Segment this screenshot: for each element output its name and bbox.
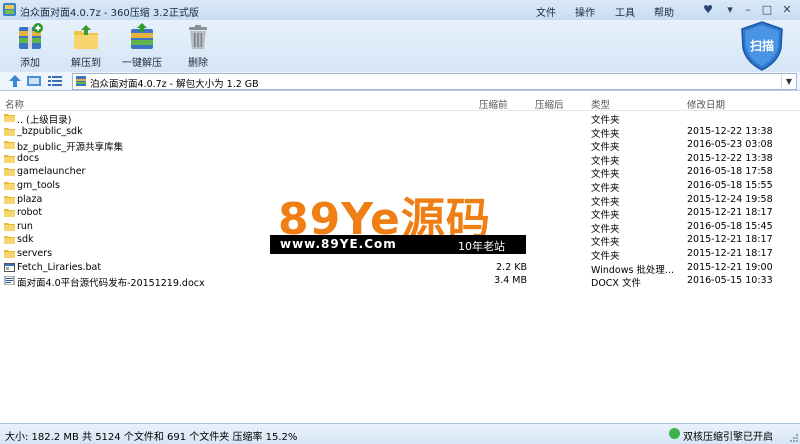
scan-label: 扫描	[749, 39, 774, 53]
file-row[interactable]: _bzpublic_sdk 文件夹 2015-12-22 13:38	[0, 125, 800, 140]
file-name: sdk	[17, 234, 34, 246]
docx-file-icon	[4, 276, 15, 286]
delete-label: 删除	[188, 58, 208, 69]
folder-icon	[4, 127, 15, 136]
address-bar: 泊众面对面4.0.7z - 解包大小为 1.2 GB ▼	[0, 72, 800, 91]
file-row[interactable]: Fetch_Liraries.bat 2.2 KB Windows 批处理... 20…	[0, 261, 800, 276]
menu-operate[interactable]: 操作	[575, 4, 595, 19]
title-bar: 泊众面对面4.0.7z - 360压缩 3.2正式版 文件 操作 工具 帮助 ♥…	[0, 0, 800, 21]
file-date: 2016-05-23 03:08	[687, 139, 773, 151]
file-date: 2015-12-22 13:38	[687, 152, 773, 164]
file-name: run	[17, 220, 33, 232]
file-name: _bzpublic_sdk	[17, 125, 83, 137]
file-date: 2016-05-15 10:33	[687, 275, 773, 287]
file-name: Fetch_Liraries.bat	[17, 261, 102, 273]
extract-to-button[interactable]: 解压到	[62, 23, 110, 69]
engine-status-icon	[669, 428, 680, 439]
folder-icon	[4, 195, 15, 204]
folder-icon	[4, 209, 15, 218]
folder-icon	[4, 168, 15, 177]
path-dropdown-icon[interactable]: ▼	[781, 74, 796, 89]
path-text: 泊众面对面4.0.7z - 解包大小为 1.2 GB	[90, 79, 259, 90]
maximize-icon[interactable]: □	[758, 2, 776, 17]
close-icon[interactable]: ✕	[778, 2, 796, 17]
menu-tools[interactable]: 工具	[615, 4, 635, 19]
folder-icon	[4, 249, 15, 258]
file-date: 2015-12-21 18:17	[687, 247, 773, 259]
menu-help[interactable]: 帮助	[654, 4, 674, 19]
file-name: docs	[17, 152, 40, 164]
engine-status[interactable]: 双核压缩引擎已开启	[683, 428, 773, 443]
folder-icon	[4, 154, 15, 163]
window-title: 泊众面对面4.0.7z - 360压缩 3.2正式版	[20, 8, 199, 19]
file-date: 2015-12-21 19:00	[687, 261, 773, 273]
up-arrow-icon[interactable]	[8, 75, 22, 87]
thumbnail-view-icon[interactable]	[27, 75, 41, 87]
folder-icon	[4, 236, 15, 245]
add-archive-icon	[19, 23, 43, 49]
file-date: 2015-12-24 19:58	[687, 193, 773, 205]
column-compressed-after[interactable]: 压缩后	[535, 97, 564, 111]
file-size: 2.2 KB	[496, 261, 527, 273]
resize-grip-icon[interactable]	[790, 434, 798, 442]
column-header: 名称 压缩前 压缩后 类型 修改日期	[0, 96, 800, 111]
file-date: 2016-05-18 15:45	[687, 220, 773, 232]
one-click-extract-icon	[131, 23, 153, 49]
file-date: 2016-05-18 15:55	[687, 179, 773, 191]
folder-icon	[4, 222, 15, 231]
status-summary: 大小: 182.2 MB 共 5124 个文件和 691 个文件夹 压缩率 15…	[5, 432, 298, 443]
file-name: plaza	[17, 193, 43, 205]
file-row[interactable]: docs 文件夹 2015-12-22 13:38	[0, 152, 800, 167]
path-field[interactable]: 泊众面对面4.0.7z - 解包大小为 1.2 GB ▼	[72, 73, 797, 90]
column-modified[interactable]: 修改日期	[687, 97, 725, 111]
one-click-extract-button[interactable]: 一键解压	[118, 23, 166, 69]
trash-icon	[189, 25, 207, 49]
file-name: servers	[17, 247, 53, 259]
archive-icon	[76, 76, 86, 86]
file-date: 2015-12-21 18:17	[687, 207, 773, 219]
watermark: 89Ye源码 www.89YE.Com 10年老站	[270, 183, 530, 258]
folder-icon	[4, 114, 15, 122]
file-date: 2016-05-18 17:58	[687, 166, 773, 178]
file-type: DOCX 文件	[591, 278, 641, 290]
minimize-icon[interactable]: –	[739, 2, 757, 17]
file-date: 2015-12-22 13:38	[687, 125, 773, 137]
toolbar: 添加 解压到 一键解压 删除	[0, 20, 800, 73]
column-type[interactable]: 类型	[591, 97, 610, 111]
add-button-label: 添加	[20, 58, 40, 69]
column-name[interactable]: 名称	[5, 97, 24, 111]
watermark-site: 10年老站	[458, 240, 505, 253]
folder-icon	[4, 181, 15, 190]
file-name: 面对面4.0平台源代码发布-20151219.docx	[17, 278, 205, 290]
skin-icon[interactable]: ♥	[699, 2, 717, 17]
file-name: gm_tools	[17, 179, 60, 191]
menu-file[interactable]: 文件	[536, 4, 556, 19]
scan-button[interactable]: 扫描	[738, 20, 786, 72]
file-size: 3.4 MB	[494, 275, 527, 287]
one-click-extract-label: 一键解压	[122, 58, 162, 69]
extract-folder-icon	[74, 25, 98, 49]
app-archive-icon	[3, 3, 16, 16]
menu-dropdown-icon[interactable]: ▾	[721, 2, 739, 17]
bat-file-icon	[4, 262, 15, 272]
watermark-url: www.89YE.Com	[280, 237, 397, 251]
add-button[interactable]: 添加	[6, 23, 54, 69]
column-compressed-before[interactable]: 压缩前	[479, 97, 508, 111]
file-name: robot	[17, 207, 43, 219]
file-row[interactable]: bz_public_开源共享库集 文件夹 2016-05-23 03:08	[0, 138, 800, 153]
delete-button[interactable]: 删除	[174, 23, 222, 69]
file-row[interactable]: 面对面4.0平台源代码发布-20151219.docx 3.4 MB DOCX 文件…	[0, 274, 800, 290]
folder-icon	[4, 141, 15, 150]
list-view-icon[interactable]	[48, 75, 62, 87]
file-row[interactable]: gamelauncher 文件夹 2016-05-18 17:58	[0, 165, 800, 180]
file-name: gamelauncher	[17, 166, 86, 178]
file-row[interactable]: .. (上级目录) 文件夹	[0, 111, 800, 126]
extract-to-label: 解压到	[71, 58, 101, 69]
status-bar: 大小: 182.2 MB 共 5124 个文件和 691 个文件夹 压缩率 15…	[0, 423, 800, 444]
file-date: 2015-12-21 18:17	[687, 234, 773, 246]
